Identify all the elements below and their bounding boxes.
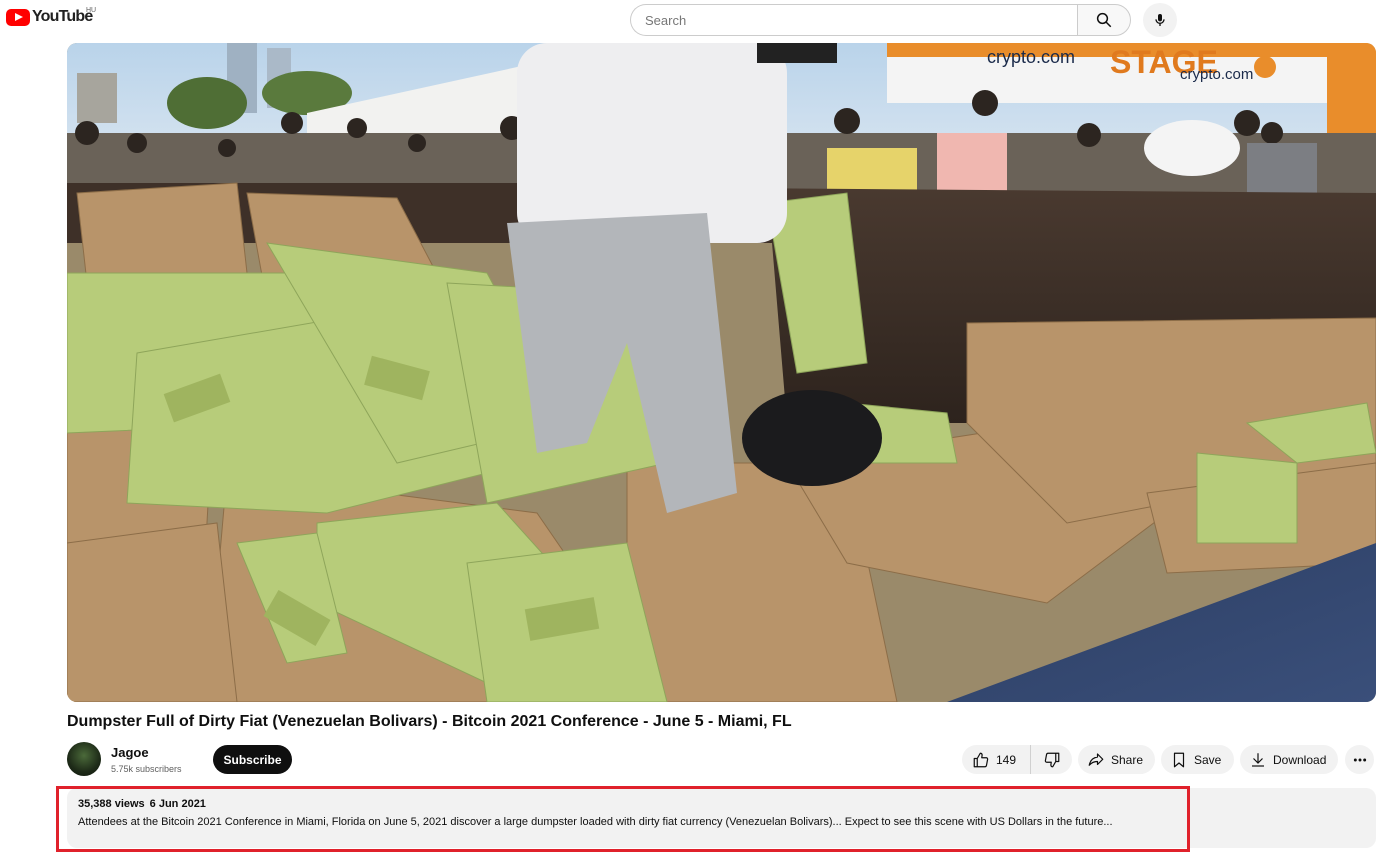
search-input[interactable] [631,5,1078,35]
more-dots-icon [1353,758,1366,761]
channel-name[interactable]: Jagoe [111,745,149,760]
voice-search-button[interactable] [1143,3,1177,37]
save-button[interactable]: Save [1161,745,1234,774]
youtube-logo[interactable]: YouTube [6,8,93,26]
bookmark-icon [1173,752,1185,767]
download-button[interactable]: Download [1240,745,1338,774]
thumbnail-sign: crypto.com [1180,66,1253,83]
country-code: HU [86,7,97,14]
share-arrow-icon [1088,752,1104,766]
more-actions-button[interactable] [1345,745,1374,774]
video-title: Dumpster Full of Dirty Fiat (Venezuelan … [67,713,792,730]
highlight-annotation [56,786,1190,852]
search-icon [1096,12,1112,28]
download-label: Download [1273,752,1327,767]
microphone-icon [1155,14,1165,26]
share-button[interactable]: Share [1078,745,1155,774]
video-frame: crypto.com STAGE crypto.com [67,43,1376,702]
search-button[interactable] [1077,4,1131,36]
logo-text: YouTube [32,8,93,25]
dislike-button[interactable] [1031,745,1072,774]
youtube-logo-icon [6,8,30,26]
subscribe-button[interactable]: Subscribe [213,745,292,774]
save-label: Save [1194,752,1222,767]
subscriber-count: 5.75k subscribers [111,764,182,774]
share-label: Share [1111,752,1144,767]
masthead: YouTube HU [0,0,1384,40]
thumbnail-sign: crypto.com [987,47,1075,67]
like-dislike-group: 149 [962,745,1072,774]
search-box[interactable] [630,4,1078,36]
thumbs-down-icon [1044,752,1059,767]
thumbs-up-icon [973,752,989,767]
like-button[interactable]: 149 [962,745,1031,774]
download-icon [1252,752,1264,767]
like-count: 149 [996,752,1017,767]
video-player[interactable]: crypto.com STAGE crypto.com [67,43,1376,702]
channel-avatar[interactable] [67,742,101,776]
